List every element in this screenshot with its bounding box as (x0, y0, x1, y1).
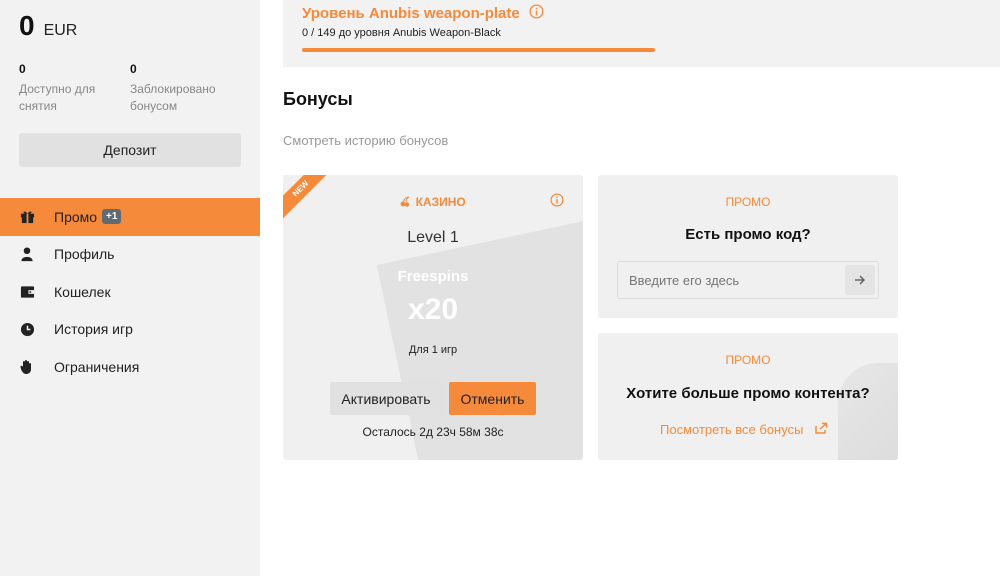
sidebar-item-wallet[interactable]: Кошелек (0, 273, 260, 311)
level-progress-bar (302, 48, 655, 52)
locked-label: Заблокировано бонусом (130, 82, 216, 113)
see-all-bonuses-link[interactable]: Посмотреть все бонусы (660, 422, 828, 437)
user-icon (19, 246, 35, 262)
promo-code-question: Есть промо код? (685, 226, 811, 243)
bonus-multiplier: x20 (407, 293, 459, 326)
cancel-button[interactable]: Отменить (449, 382, 536, 415)
sidebar-item-limits[interactable]: Ограничения (0, 348, 260, 386)
hand-icon (19, 359, 35, 375)
sidebar: 0 EUR 0 Доступно для снятия 0 Заблокиров… (0, 0, 260, 576)
promo-code-card: ПРОМО Есть промо код? (598, 175, 898, 318)
promo-more-card: ПРОМО Хотите больше промо контента? Посм… (598, 333, 898, 460)
arrow-right-icon[interactable] (845, 265, 875, 295)
level-title: Уровень Anubis weapon-plate (302, 4, 544, 23)
sidebar-item-game-history[interactable]: История игр (0, 311, 260, 349)
balance-amount: 0 (19, 10, 35, 41)
sidebar-item-promo[interactable]: Промо +1 (0, 198, 260, 236)
sidebar-item-label: Ограничения (54, 358, 140, 375)
promo-more-question: Хотите больше промо контента? (626, 385, 870, 402)
sidebar-nav: Промо +1 Профиль Кошелек История игр Огр… (0, 198, 260, 386)
gift-icon (19, 209, 35, 225)
balance-currency: EUR (43, 22, 78, 39)
level-panel: Уровень Anubis weapon-plate 0 / 149 до у… (283, 0, 1000, 67)
level-title-text: Уровень Anubis weapon-plate (302, 5, 520, 22)
bonus-level: Level 1 (407, 229, 459, 246)
sidebar-item-label: История игр (54, 321, 133, 338)
sidebar-item-profile[interactable]: Профиль (0, 236, 260, 274)
wallet-icon (19, 284, 35, 300)
activate-button[interactable]: Активировать (330, 382, 442, 415)
locked-value: 0 (130, 62, 137, 76)
level-progress-text: 0 / 149 до уровня Anubis Weapon-Black (302, 27, 501, 39)
info-icon[interactable] (529, 4, 544, 23)
promo-count-badge: +1 (102, 209, 122, 225)
dice-background (376, 211, 583, 460)
bonus-games-count: Для 1 игр (408, 344, 458, 356)
bonus-category-label: КАЗИНО (415, 195, 466, 209)
bonus-type: Freespins (397, 268, 469, 285)
cherry-icon (400, 195, 415, 209)
deposit-button[interactable]: Депозит (19, 133, 241, 167)
withdrawable-label: Доступно для снятия (19, 82, 96, 113)
gift-ribbon-decoration (838, 363, 898, 460)
promo-label: ПРОМО (725, 195, 771, 209)
bonus-card: NEW КАЗИНО Level 1 Freespins x20 Для 1 и… (283, 175, 583, 460)
locked-balance: 0 Заблокировано бонусом (130, 62, 230, 115)
info-icon[interactable] (550, 193, 564, 212)
clock-icon (19, 321, 35, 337)
sidebar-item-label: Промо (54, 208, 98, 225)
balance: 0 EUR (19, 10, 77, 42)
bonus-time-remaining: Осталось 2д 23ч 58м 38с (362, 425, 504, 439)
withdrawable-balance: 0 Доступно для снятия (19, 62, 119, 115)
withdrawable-value: 0 (19, 62, 26, 76)
promo-label: ПРОМО (725, 353, 771, 367)
promo-code-input[interactable] (617, 261, 879, 299)
bonus-history-link[interactable]: Смотреть историю бонусов (283, 133, 448, 148)
sidebar-item-label: Кошелек (54, 283, 111, 300)
see-all-bonuses-label: Посмотреть все бонусы (660, 422, 804, 437)
sidebar-item-label: Профиль (54, 246, 115, 263)
bonus-category: КАЗИНО (283, 195, 583, 209)
external-link-icon (815, 422, 828, 437)
page-title: Бонусы (283, 89, 353, 109)
